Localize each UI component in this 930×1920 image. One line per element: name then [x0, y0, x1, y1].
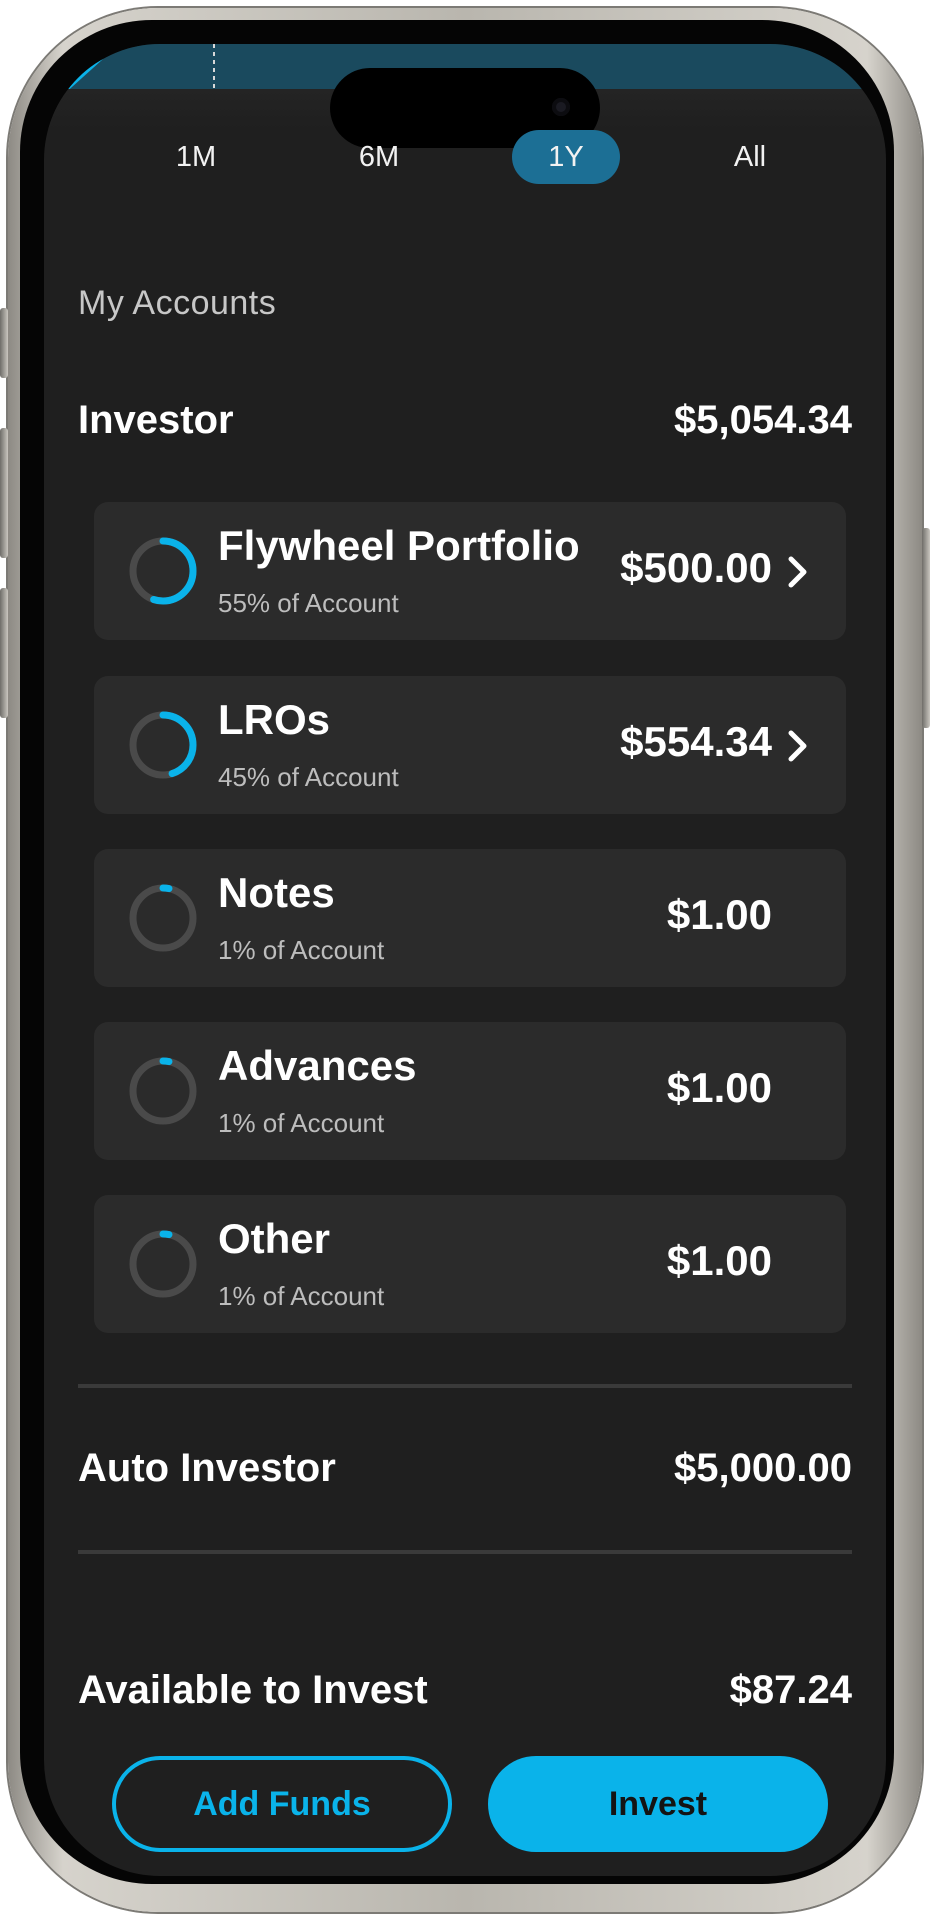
chevron-right-icon[interactable]: [782, 728, 812, 764]
available-total: $87.24: [729, 1668, 852, 1712]
tab-1y[interactable]: 1Y: [512, 130, 620, 184]
allocation-ring-icon: [129, 1057, 197, 1125]
section-title: My Accounts: [78, 284, 277, 322]
card-title: Advances: [218, 1042, 417, 1089]
card-title: Notes: [218, 869, 335, 916]
card-title: Flywheel Portfolio: [218, 522, 580, 569]
action-button: [0, 308, 8, 378]
account-card-flywheel[interactable]: Flywheel Portfolio 55% of Account $500.0…: [94, 502, 846, 640]
card-title: LROs: [218, 696, 331, 743]
card-title: Other: [218, 1215, 331, 1262]
divider: [78, 1550, 852, 1554]
investor-total: $5,054.34: [674, 398, 852, 442]
time-range-tabs: 1M 6M 1Y All: [44, 128, 886, 188]
investor-label: Investor: [78, 398, 234, 442]
power-button: [922, 528, 930, 728]
account-card-advances: Advances 1% of Account $1.00: [94, 1022, 846, 1160]
invest-button[interactable]: Invest: [488, 1756, 828, 1852]
chevron-right-icon[interactable]: [782, 554, 812, 590]
front-camera-icon: [552, 98, 570, 116]
card-amount: $1.00: [666, 1064, 772, 1111]
card-amount: $1.00: [666, 891, 772, 938]
card-amount: $554.34: [620, 718, 772, 765]
investor-row: Investor $5,054.34: [78, 398, 852, 443]
card-amount: $1.00: [666, 1237, 772, 1284]
card-amount: $500.00: [620, 544, 772, 591]
auto-investor-total: $5,000.00: [674, 1446, 852, 1490]
card-share: 1% of Account: [218, 1281, 385, 1311]
volume-down-button: [0, 588, 8, 718]
available-label: Available to Invest: [78, 1668, 428, 1712]
auto-investor-row: Auto Investor $5,000.00: [78, 1446, 852, 1491]
account-card-lros[interactable]: LROs 45% of Account $554.34: [94, 676, 846, 814]
app-screen: 1M 6M 1Y All My Accounts Investor $5,054…: [44, 44, 886, 1876]
card-share: 1% of Account: [218, 1108, 385, 1138]
allocation-ring-icon: [129, 711, 197, 779]
tab-all[interactable]: All: [696, 130, 804, 184]
add-funds-button[interactable]: Add Funds: [112, 1756, 452, 1852]
volume-up-button: [0, 428, 8, 558]
allocation-ring-icon: [129, 537, 197, 605]
account-card-notes: Notes 1% of Account $1.00: [94, 849, 846, 987]
divider: [78, 1384, 852, 1388]
card-share: 55% of Account: [218, 588, 399, 618]
tab-6m[interactable]: 6M: [325, 130, 433, 184]
account-card-other: Other 1% of Account $1.00: [94, 1195, 846, 1333]
card-share: 1% of Account: [218, 935, 385, 965]
auto-investor-label: Auto Investor: [78, 1446, 336, 1490]
tab-1m[interactable]: 1M: [142, 130, 250, 184]
available-row: Available to Invest $87.24: [78, 1668, 852, 1713]
allocation-ring-icon: [129, 884, 197, 952]
card-share: 45% of Account: [218, 762, 399, 792]
allocation-ring-icon: [129, 1230, 197, 1298]
